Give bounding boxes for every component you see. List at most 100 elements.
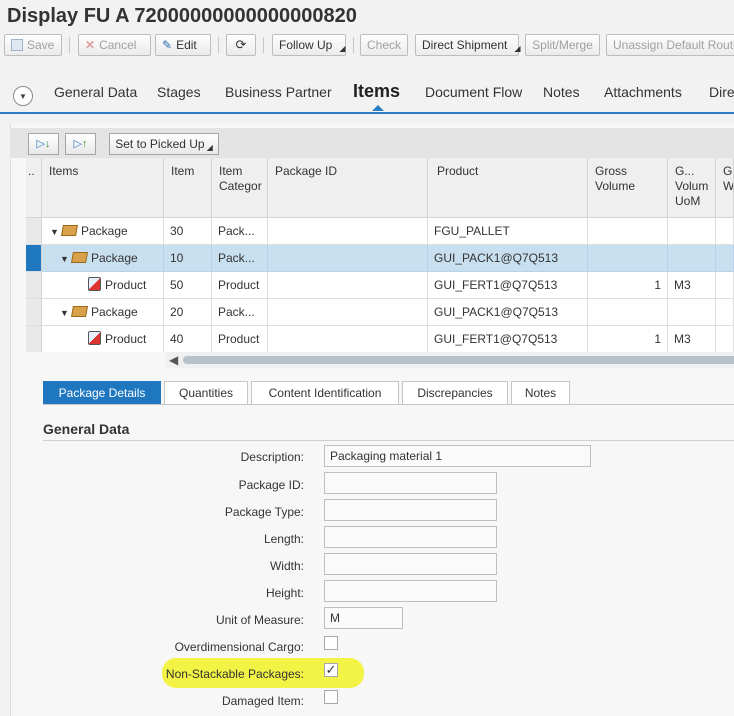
length-field[interactable] <box>324 526 497 548</box>
expand-toggle-icon[interactable]: ▼ <box>50 219 62 244</box>
package-id <box>268 272 428 299</box>
column-header-gross-volume[interactable]: Gross Volume <box>588 158 668 218</box>
collapse-all-icon: ▷↑ <box>73 138 88 150</box>
row-selector[interactable] <box>26 218 42 245</box>
product: GUI_FERT1@Q7Q513 <box>428 272 588 299</box>
expand-toggle-icon[interactable]: ▼ <box>60 300 72 325</box>
split-merge-button[interactable]: Split/Merge <box>525 34 600 56</box>
save-button[interactable]: Save <box>4 34 62 56</box>
table-row[interactable]: ▼ Package 20 Pack... GUI_PACK1@Q7Q513 <box>26 299 734 326</box>
tab-directions[interactable]: Dire <box>709 84 734 100</box>
item-type: Package <box>81 224 128 238</box>
refresh-button[interactable]: ⟳ <box>226 34 256 56</box>
package-id <box>268 218 428 245</box>
tab-notes[interactable]: Notes <box>543 84 580 100</box>
items-table: .. Items Item Item Categor Package ID Pr… <box>26 158 734 352</box>
item-number: 20 <box>164 299 212 326</box>
table-row[interactable]: ▼ Package 30 Pack... FGU_PALLET <box>26 218 734 245</box>
check-button[interactable]: Check <box>360 34 408 56</box>
width-label: Width: <box>269 559 304 573</box>
tab-stages[interactable]: Stages <box>157 84 201 100</box>
row-selector[interactable] <box>26 272 42 299</box>
damaged-item-checkbox[interactable] <box>324 690 338 704</box>
item-number: 30 <box>164 218 212 245</box>
gross-weight <box>716 272 734 299</box>
table-row[interactable]: Product 40 Product GUI_FERT1@Q7Q513 1 M3 <box>26 326 734 352</box>
description-field[interactable]: Packaging material 1 <box>324 445 591 467</box>
tab-document-flow[interactable]: Document Flow <box>425 84 522 100</box>
edit-button[interactable]: ✎ Edit <box>155 34 211 56</box>
unassign-label: Unassign Default Route <box>613 38 734 52</box>
follow-up-button[interactable]: Follow Up ◢ <box>272 34 346 56</box>
column-header-items[interactable]: Items <box>42 158 164 218</box>
direct-shipment-button[interactable]: Direct Shipment ◢ <box>415 34 521 56</box>
column-header-package-id[interactable]: Package ID <box>268 158 428 218</box>
package-id <box>268 245 428 272</box>
item-category: Pack... <box>212 299 268 326</box>
product: GUI_PACK1@Q7Q513 <box>428 299 588 326</box>
column-header-volume-uom[interactable]: G... Volum UoM <box>668 158 716 218</box>
width-field[interactable] <box>324 553 497 575</box>
unit-of-measure-label: Unit of Measure: <box>215 613 304 627</box>
column-header-select[interactable]: .. <box>26 158 42 218</box>
row-selector[interactable] <box>26 326 42 352</box>
unit-of-measure-field[interactable]: M <box>324 607 403 629</box>
follow-up-label: Follow Up <box>279 38 333 52</box>
item-tree-cell: Product <box>42 272 164 299</box>
tab-attachments[interactable]: Attachments <box>604 84 682 100</box>
table-row[interactable]: Product 50 Product GUI_FERT1@Q7Q513 1 M3 <box>26 272 734 299</box>
collapse-all-button[interactable]: ▷↑ <box>65 133 96 155</box>
length-label: Length: <box>263 532 304 546</box>
scroll-left-icon[interactable]: ◀ <box>169 352 178 368</box>
volume-uom <box>668 245 716 272</box>
refresh-icon: ⟳ <box>235 37 247 52</box>
gross-weight <box>716 245 734 272</box>
item-type: Package <box>91 251 138 265</box>
package-icon <box>71 306 88 317</box>
subtab-package-details[interactable]: Package Details <box>43 381 161 405</box>
tab-business-partner[interactable]: Business Partner <box>225 84 332 100</box>
non-stackable-packages-checkbox[interactable]: ✓ <box>324 663 338 677</box>
page-title: Display FU A 72000000000000000820 <box>7 5 357 27</box>
column-header-gross-weight[interactable]: G W <box>716 158 734 218</box>
subtab-discrepancies[interactable]: Discrepancies <box>402 381 508 405</box>
item-type: Product <box>105 278 147 292</box>
set-to-picked-up-label: Set to Picked Up <box>115 137 205 151</box>
height-field[interactable] <box>324 580 497 602</box>
overdimensional-cargo-label: Overdimensional Cargo: <box>174 640 304 654</box>
table-horizontal-scrollbar[interactable]: ◀ <box>165 352 734 368</box>
toolbar-separator <box>263 37 264 53</box>
row-selector[interactable] <box>26 299 42 326</box>
column-header-item-category[interactable]: Item Categor <box>212 158 268 218</box>
column-header-item[interactable]: Item <box>164 158 212 218</box>
package-type-field[interactable] <box>324 499 497 521</box>
collapse-header-button[interactable]: ▼ <box>13 86 33 106</box>
dropdown-corner-icon: ◢ <box>514 44 521 53</box>
tab-general-data[interactable]: General Data <box>54 84 137 100</box>
table-row[interactable]: ▼ Package 10 Pack... GUI_PACK1@Q7Q513 <box>26 245 734 272</box>
column-header-product[interactable]: Product <box>428 158 588 218</box>
expand-toggle-icon[interactable]: ▼ <box>60 246 72 271</box>
toolbar-separator <box>218 37 219 53</box>
cancel-button[interactable]: ✕ Cancel <box>78 34 151 56</box>
overdimensional-cargo-checkbox[interactable] <box>324 636 338 650</box>
item-number: 40 <box>164 326 212 352</box>
check-label: Check <box>367 38 402 52</box>
volume-uom: M3 <box>668 272 716 299</box>
item-tree-cell: ▼ Package <box>42 245 164 272</box>
expand-all-button[interactable]: ▷↓ <box>28 133 59 155</box>
package-id-field[interactable] <box>324 472 497 494</box>
tab-items[interactable]: Items <box>353 81 400 102</box>
expand-all-icon: ▷↓ <box>36 138 51 150</box>
row-selector[interactable] <box>26 245 42 272</box>
unassign-default-route-button[interactable]: Unassign Default Route <box>606 34 734 56</box>
gross-weight <box>716 326 734 352</box>
item-category: Product <box>212 272 268 299</box>
scrollbar-thumb[interactable] <box>183 356 734 364</box>
set-to-picked-up-button[interactable]: Set to Picked Up ◢ <box>109 133 219 155</box>
subtab-content-identification[interactable]: Content Identification <box>251 381 399 405</box>
dropdown-corner-icon: ◢ <box>339 44 346 53</box>
subtab-quantities[interactable]: Quantities <box>164 381 248 405</box>
volume-uom <box>668 218 716 245</box>
subtab-notes[interactable]: Notes <box>511 381 570 405</box>
